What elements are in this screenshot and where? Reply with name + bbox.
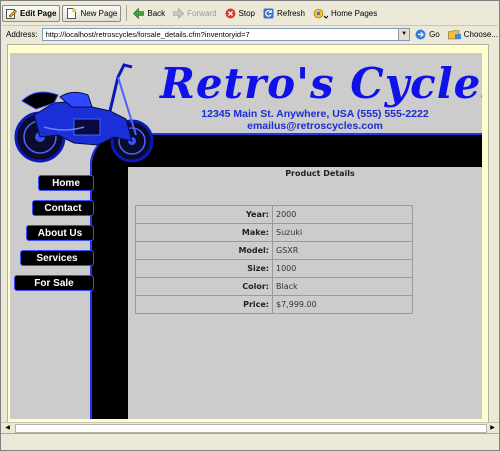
address-label: Address:	[6, 30, 38, 39]
forward-arrow-icon	[173, 7, 185, 19]
table-row: Make: Suzuki	[135, 223, 413, 242]
table-row: Model: GSXR	[135, 241, 413, 260]
scroll-left-icon[interactable]: ◀	[3, 424, 12, 432]
forward-button[interactable]: Forward	[170, 5, 219, 22]
year-label: Year:	[135, 205, 273, 224]
nav-about-us[interactable]: About Us	[26, 225, 94, 241]
nav-for-sale[interactable]: For Sale	[14, 275, 94, 291]
address-input[interactable]: http://localhost/retroscycles/forsale_de…	[41, 28, 411, 41]
product-details-table: Year: 2000 Make: Suzuki Model: GSXR Size…	[135, 205, 413, 314]
refresh-button[interactable]: Refresh	[260, 5, 308, 22]
price-value: $7,999.00	[272, 295, 413, 314]
refresh-icon	[263, 8, 274, 19]
table-row: Size: 1000	[135, 259, 413, 278]
model-value: GSXR	[272, 241, 413, 260]
nav-home[interactable]: Home	[38, 175, 94, 191]
table-row: Price: $7,999.00	[135, 295, 413, 314]
color-value: Black	[272, 277, 413, 296]
table-row: Year: 2000	[135, 205, 413, 224]
edit-icon	[6, 8, 17, 19]
color-label: Color:	[135, 277, 273, 296]
new-page-icon	[66, 7, 77, 19]
product-details-title: Product Details	[285, 169, 355, 178]
address-dropdown-icon[interactable]: ▼	[398, 29, 410, 40]
scrollbar-thumb[interactable]	[15, 424, 487, 433]
table-row: Color: Black	[135, 277, 413, 296]
toolbar-separator	[126, 5, 128, 21]
go-arrow-icon	[415, 29, 426, 40]
site-street-address: 12345 Main St. Anywhere, USA (555) 555-2…	[201, 108, 429, 120]
new-page-button[interactable]: New Page	[62, 4, 122, 22]
back-button[interactable]: Back	[130, 5, 168, 22]
edit-page-button[interactable]: Edit Page	[2, 4, 61, 22]
model-label: Model:	[135, 241, 273, 260]
stop-icon	[225, 8, 236, 19]
go-button[interactable]: Go	[415, 29, 440, 40]
home-pages-icon	[313, 8, 329, 19]
make-label: Make:	[135, 223, 273, 242]
choose-button[interactable]: Choose...	[447, 29, 498, 40]
address-bar: Address: http://localhost/retroscycles/f…	[2, 25, 498, 43]
home-pages-button[interactable]: Home Pages	[310, 5, 380, 22]
scroll-right-icon[interactable]: ▶	[488, 424, 497, 432]
nav-contact[interactable]: Contact	[32, 200, 94, 216]
site-email: emailus@retroscycles.com	[247, 120, 383, 132]
year-value: 2000	[272, 205, 413, 224]
page-viewport: Retro's Cycles 12345 Main St. Anywhere, …	[7, 44, 489, 424]
back-arrow-icon	[133, 7, 145, 19]
status-bar	[1, 433, 499, 450]
site-contact-info: 12345 Main St. Anywhere, USA (555) 555-2…	[170, 108, 460, 132]
toolbar: Edit Page New Page Back Forward Stop Ref…	[2, 3, 498, 23]
size-label: Size:	[135, 259, 273, 278]
site-logo-title: Retro's Cycles	[160, 59, 482, 108]
web-page: Retro's Cycles 12345 Main St. Anywhere, …	[10, 53, 482, 419]
price-label: Price:	[135, 295, 273, 314]
size-value: 1000	[272, 259, 413, 278]
browser-window: Edit Page New Page Back Forward Stop Ref…	[0, 0, 500, 451]
folder-icon	[447, 29, 461, 40]
nav-services[interactable]: Services	[20, 250, 94, 266]
horizontal-scrollbar[interactable]: ◀ ▶	[1, 422, 499, 433]
make-value: Suzuki	[272, 223, 413, 242]
stop-button[interactable]: Stop	[222, 5, 258, 22]
motorcycle-logo-image	[14, 57, 160, 167]
